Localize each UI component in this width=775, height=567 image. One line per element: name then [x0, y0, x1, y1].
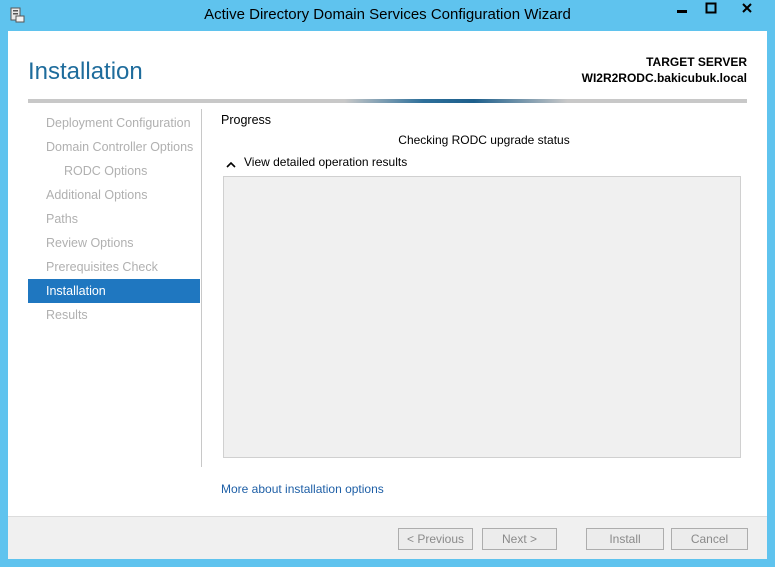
view-detailed-results-label: View detailed operation results [244, 155, 408, 169]
maximize-icon [705, 1, 717, 19]
target-server-label: TARGET SERVER [646, 55, 747, 69]
wizard-window: Active Directory Domain Services Configu… [0, 0, 775, 567]
nav-divider [201, 109, 202, 467]
wizard-body: Installation TARGET SERVER WI2R2RODC.bak… [8, 31, 767, 559]
close-icon [741, 1, 753, 19]
nav-item-rodc-options[interactable]: RODC Options [28, 159, 200, 183]
page-title: Installation [28, 58, 143, 85]
chevron-up-icon [226, 158, 236, 168]
window-title: Active Directory Domain Services Configu… [204, 6, 571, 23]
title-bar[interactable]: Active Directory Domain Services Configu… [0, 0, 775, 31]
nav-item-deployment-configuration[interactable]: Deployment Configuration [28, 111, 200, 135]
nav-item-domain-controller-options[interactable]: Domain Controller Options [28, 135, 200, 159]
nav-item-paths[interactable]: Paths [28, 207, 200, 231]
close-button[interactable] [725, 0, 768, 20]
minimize-icon [676, 1, 688, 19]
install-button[interactable]: Install [586, 528, 664, 550]
next-button[interactable]: Next > [482, 528, 557, 550]
maximize-button[interactable] [697, 0, 725, 20]
more-installation-options-link[interactable]: More about installation options [221, 482, 384, 496]
nav-item-results[interactable]: Results [28, 303, 200, 327]
wizard-navigation: Deployment Configuration Domain Controll… [28, 111, 200, 327]
nav-item-installation[interactable]: Installation [28, 279, 200, 303]
nav-item-review-options[interactable]: Review Options [28, 231, 200, 255]
cancel-button[interactable]: Cancel [671, 528, 748, 550]
wizard-footer: < Previous Next > Install Cancel [8, 516, 767, 559]
previous-button[interactable]: < Previous [398, 528, 473, 550]
nav-item-additional-options[interactable]: Additional Options [28, 183, 200, 207]
target-server-name: WI2R2RODC.bakicubuk.local [581, 71, 747, 85]
view-detailed-results-toggle[interactable]: View detailed operation results [226, 155, 407, 169]
minimize-button[interactable] [668, 0, 696, 20]
header-divider [28, 99, 747, 103]
status-text: Checking RODC upgrade status [398, 133, 570, 147]
nav-item-prerequisites-check[interactable]: Prerequisites Check [28, 255, 200, 279]
operation-results-panel[interactable] [223, 176, 741, 458]
progress-heading: Progress [221, 113, 272, 127]
